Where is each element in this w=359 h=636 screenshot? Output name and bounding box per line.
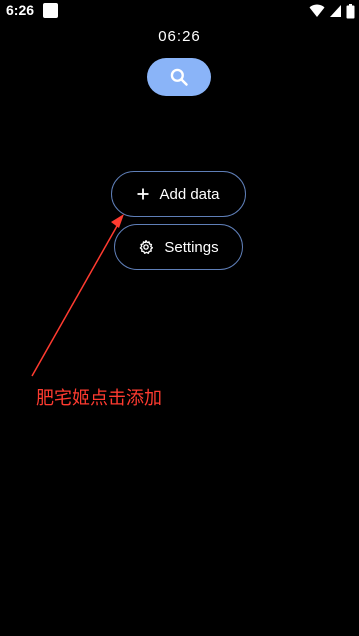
- cellular-signal-icon: [330, 5, 341, 17]
- notification-square-icon: [43, 3, 58, 18]
- plus-icon: [137, 188, 149, 200]
- settings-button[interactable]: Settings: [114, 224, 243, 270]
- status-bar: 6:26: [0, 0, 359, 24]
- screen: 6:26 06:26 Add data Settings 肥宅姬点击添加: [0, 0, 359, 636]
- add-data-button[interactable]: Add data: [111, 171, 246, 217]
- wifi-icon: [309, 4, 325, 17]
- status-time: 6:26: [6, 2, 35, 18]
- search-icon: [170, 68, 188, 86]
- battery-icon: [346, 3, 355, 18]
- add-data-label: Add data: [159, 185, 220, 203]
- search-button[interactable]: [147, 58, 211, 96]
- status-icons: [309, 3, 355, 19]
- settings-label: Settings: [164, 238, 219, 256]
- annotation-text: 肥宅姬点击添加: [36, 388, 162, 408]
- gear-icon: [140, 240, 154, 254]
- clock-time: 06:26: [158, 28, 201, 45]
